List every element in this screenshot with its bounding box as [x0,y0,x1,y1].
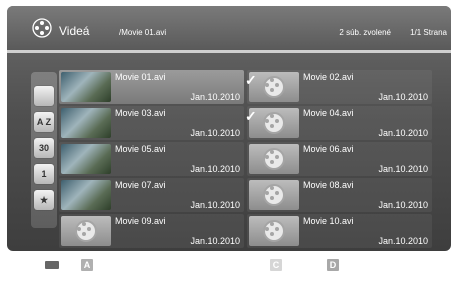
file-item-movie-06[interactable]: Movie 06.avi Jan.10.2010 [247,142,432,176]
d-button[interactable]: D [327,259,339,271]
video-thumbnail [61,144,111,174]
file-name: Movie 08.avi [303,180,354,190]
file-date: Jan.10.2010 [190,164,240,174]
page-indicator: 1/1 Strana [410,28,447,37]
folder-icon[interactable] [34,86,54,106]
file-name: Movie 02.avi [303,72,354,82]
film-reel-icon [249,144,299,174]
film-reel-icon [249,180,299,210]
file-name: Movie 07.avi [115,180,166,190]
file-item-movie-02[interactable]: ✓ Movie 02.avi Jan.10.2010 [245,70,432,104]
film-reel-icon [32,18,52,38]
calendar-icon[interactable]: 30 [34,138,54,158]
file-item-movie-07[interactable]: Movie 07.avi Jan.10.2010 [59,178,244,212]
file-item-movie-09[interactable]: Movie 09.avi Jan.10.2010 [59,214,244,248]
file-name: Movie 05.avi [115,144,166,154]
film-reel-icon [249,216,299,246]
check-icon: ✓ [245,108,257,124]
file-name: Movie 09.avi [115,216,166,226]
a-button[interactable]: A [81,259,93,271]
file-date: Jan.10.2010 [190,200,240,210]
video-thumbnail [61,108,111,138]
file-date: Jan.10.2010 [378,236,428,246]
file-date: Jan.10.2010 [190,236,240,246]
file-name: Movie 03.avi [115,108,166,118]
file-item-movie-03[interactable]: Movie 03.avi Jan.10.2010 [59,106,244,140]
calendar-month-icon[interactable]: 1 [34,164,54,184]
file-date: Jan.10.2010 [190,92,240,102]
star-icon[interactable]: ★ [34,190,54,210]
file-name: Movie 10.avi [303,216,354,226]
current-path: /Movie 01.avi [119,28,167,37]
film-reel-icon [61,216,111,246]
file-date: Jan.10.2010 [190,128,240,138]
remote-icon [45,261,59,269]
file-name: Movie 06.avi [303,144,354,154]
file-date: Jan.10.2010 [378,164,428,174]
file-date: Jan.10.2010 [378,200,428,210]
top-bar: Videá /Movie 01.avi 2 súb. zvolené 1/1 S… [7,6,451,50]
file-date: Jan.10.2010 [378,92,428,102]
page-title: Videá [59,24,90,38]
sort-az-icon[interactable]: A Z [34,112,54,132]
selection-count: 2 súb. zvolené [339,28,391,37]
video-thumbnail [61,180,111,210]
video-thumbnail [61,72,111,102]
color-button-bar: A C D [0,259,454,273]
check-icon: ✓ [245,72,257,88]
c-button[interactable]: C [270,259,282,271]
file-item-movie-01[interactable]: Movie 01.avi Jan.10.2010 [59,70,244,104]
sidebar: A Z 30 1 ★ [31,72,57,228]
tv-screen: Videá /Movie 01.avi 2 súb. zvolené 1/1 S… [7,6,451,251]
file-name: Movie 01.avi [115,72,166,82]
file-item-movie-08[interactable]: Movie 08.avi Jan.10.2010 [247,178,432,212]
file-item-movie-04[interactable]: ✓ Movie 04.avi Jan.10.2010 [245,106,432,140]
file-item-movie-10[interactable]: Movie 10.avi Jan.10.2010 [247,214,432,248]
file-name: Movie 04.avi [303,108,354,118]
file-date: Jan.10.2010 [378,128,428,138]
file-item-movie-05[interactable]: Movie 05.avi Jan.10.2010 [59,142,244,176]
header-divider [7,50,451,53]
